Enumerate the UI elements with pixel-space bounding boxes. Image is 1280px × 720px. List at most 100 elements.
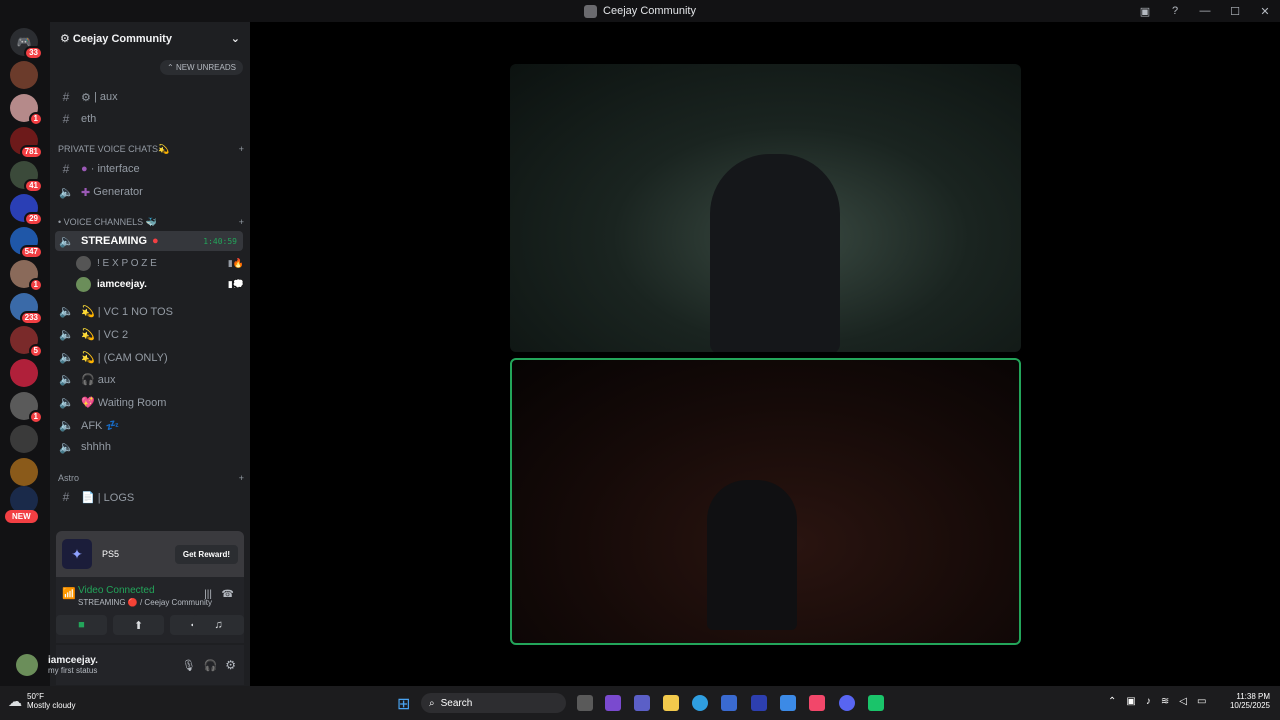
category-private[interactable]: PRIVATE VOICE CHATS💫 + [58, 144, 244, 155]
server-icon[interactable] [10, 458, 38, 486]
category-astro[interactable]: Astro + [58, 473, 244, 483]
server-icon[interactable]: 781 [10, 127, 43, 159]
server-icon[interactable] [10, 359, 38, 387]
get-reward-button[interactable]: Get Reward! [174, 544, 238, 564]
noise-suppression-icon[interactable]: ||| [204, 589, 212, 600]
taskview-icon[interactable] [577, 695, 593, 711]
app-l-icon[interactable] [751, 695, 767, 711]
discord-icon[interactable] [839, 695, 855, 711]
person-silhouette [710, 154, 840, 352]
search-icon: ⌕ [429, 697, 435, 709]
help-icon[interactable]: ? [1160, 5, 1190, 17]
server-icon[interactable] [10, 425, 38, 453]
tray-icon[interactable]: ▣ [1126, 696, 1135, 707]
plus-icon[interactable]: + [239, 217, 244, 228]
new-badge[interactable]: NEW [5, 510, 38, 523]
file-explorer-icon[interactable] [663, 695, 679, 711]
server-icon[interactable]: 41 [10, 161, 43, 193]
camera-icon: ▮💭 [227, 278, 244, 289]
voice-user[interactable]: ! E X P O Z E ▮🔥 [76, 253, 244, 273]
channel-waiting-room[interactable]: 🔈 💖 Waiting Room [55, 392, 243, 412]
category-voice[interactable]: • VOICE CHANNELS 🐳 + [58, 217, 244, 228]
inbox-icon[interactable]: ▣ [1130, 5, 1160, 18]
channel-eth[interactable]: # eth [55, 109, 243, 129]
channel-cam-only[interactable]: 🔈 💫 | (CAM ONLY) [55, 347, 243, 367]
copilot-icon[interactable] [605, 695, 621, 711]
microphone-icon[interactable]: ♪ [1146, 696, 1151, 707]
channel-aux[interactable]: # ⚙ | aux [55, 87, 243, 107]
disconnect-icon[interactable]: ☎ [222, 589, 234, 600]
quest-icon: ✦ [62, 539, 92, 569]
video-tile-top[interactable] [510, 64, 1021, 352]
weather-widget[interactable]: ☁ 50°F Mostly cloudy [8, 692, 75, 710]
voice-panel: 📶 Video Connected STREAMING 🔴 / Ceejay C… [56, 577, 244, 643]
home-button[interactable]: 🎮 33 [10, 28, 43, 60]
hash-icon: # [62, 112, 70, 126]
taskbar: ☁ 50°F Mostly cloudy ⊞ ⌕ Search ⌃ ▣ ♪ ≋ ◁… [0, 686, 1280, 720]
volume-icon[interactable]: ◁ [1179, 696, 1187, 707]
chevron-up-icon[interactable]: ⌃ [1108, 696, 1116, 707]
speaker-icon: 🔈 [59, 350, 74, 364]
battery-icon[interactable]: ▭ [1197, 696, 1206, 707]
minimize-button[interactable]: — [1190, 5, 1220, 17]
system-tray: ⌃ ▣ ♪ ≋ ◁ ▭ [1108, 696, 1206, 707]
window-title: Ceejay Community [584, 4, 696, 18]
hash-icon: # [62, 90, 70, 104]
search-box[interactable]: ⌕ Search [421, 693, 566, 713]
speaker-icon: 🔈 [59, 418, 74, 432]
camera-button[interactable]: ■ [56, 615, 107, 635]
server-icon[interactable]: 29 [10, 194, 43, 226]
server-header[interactable]: ⚙ Ceejay Community ⌄ [50, 22, 250, 54]
app-icon[interactable] [780, 695, 796, 711]
microphone-icon[interactable]: 🎙 [182, 659, 196, 672]
weather-icon: ☁ [8, 692, 22, 709]
channel-streaming[interactable]: 🔈 STREAMING ● 1:40:59 [55, 231, 243, 251]
avatar [76, 276, 91, 292]
app-active-icon[interactable] [868, 695, 884, 711]
screen-share-button[interactable]: ⬆ [113, 615, 164, 635]
server-icon[interactable]: 5 [10, 326, 43, 358]
maximize-button[interactable]: ☐ [1220, 5, 1250, 18]
server-icon[interactable]: 1 [10, 260, 43, 292]
windows-start-icon[interactable]: ⊞ [397, 694, 410, 714]
teams-icon[interactable] [634, 695, 650, 711]
edge-icon[interactable] [692, 695, 708, 711]
channel-interface[interactable]: # ● · interface [55, 159, 243, 179]
channel-vc2[interactable]: 🔈 💫 | VC 2 [55, 324, 243, 344]
server-icon[interactable]: 1 [10, 392, 43, 424]
wifi-icon[interactable]: ≋ [1161, 696, 1169, 707]
plus-icon[interactable]: + [239, 473, 244, 483]
server-icon[interactable]: 233 [10, 293, 43, 325]
promo-banner: ✦ PS5 Get Reward! [56, 531, 244, 577]
music-icon[interactable] [809, 695, 825, 711]
gear-icon[interactable]: ⚙ [225, 658, 236, 672]
headset-icon[interactable]: 🎧 [204, 659, 218, 672]
channel-logs[interactable]: # 📄 | LOGS [55, 487, 243, 507]
channel-aux-voice[interactable]: 🔈 🎧 aux [55, 369, 243, 389]
chevron-down-icon: ⌄ [230, 32, 240, 45]
hash-icon: # [62, 162, 70, 176]
soundboard-button[interactable]: ♫ [193, 615, 244, 635]
camera-icon: ▮🔥 [227, 257, 244, 268]
hash-icon: # [62, 490, 70, 504]
voice-user[interactable]: iamceejay. ▮💭 [76, 274, 244, 294]
channel-shhhh[interactable]: 🔈 shhhh [55, 437, 243, 457]
channel-generator[interactable]: 🔈 ✚ Generator [55, 182, 243, 202]
clock[interactable]: 11:38 PM 10/25/2025 [1222, 692, 1270, 710]
user-panel: iamceejay. my first status 🎙 🎧 ⚙ [16, 645, 244, 685]
store-icon[interactable] [721, 695, 737, 711]
speaker-icon: 🔈 [59, 234, 74, 248]
channel-vc1[interactable]: 🔈 💫 | VC 1 NO TOS [55, 301, 243, 321]
server-icon[interactable]: 547 [10, 227, 43, 259]
channel-afk[interactable]: 🔈 AFK 💤 [55, 415, 243, 435]
speaker-icon: 🔈 [59, 395, 74, 409]
speaker-icon: 🔈 [59, 372, 74, 386]
plus-icon[interactable]: + [239, 144, 244, 155]
speaker-icon: 🔈 [59, 304, 74, 318]
close-button[interactable]: ✕ [1250, 5, 1280, 18]
server-icon[interactable]: 1 [10, 94, 43, 126]
video-tile-bottom[interactable] [510, 358, 1021, 645]
new-unreads-pill[interactable]: ⌃ NEW UNREADS [160, 60, 243, 75]
server-icon[interactable] [10, 61, 38, 89]
avatar[interactable] [16, 654, 38, 676]
